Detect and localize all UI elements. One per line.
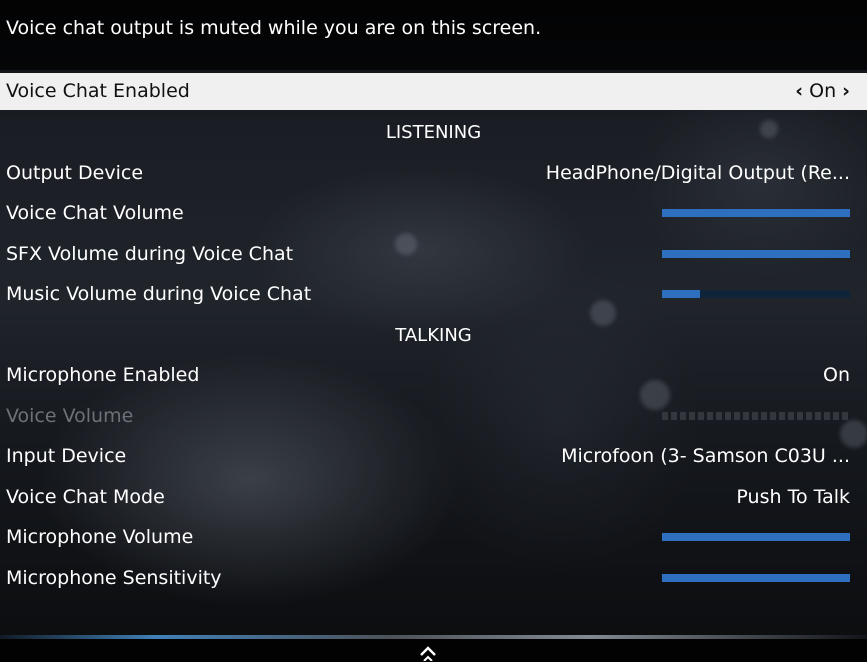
microphone-enabled-label: Microphone Enabled <box>6 364 200 386</box>
slider-fill <box>662 209 850 217</box>
output-device-row[interactable]: Output Device HeadPhone/Digital Output (… <box>0 155 867 192</box>
voice-chat-volume-row[interactable]: Voice Chat Volume <box>0 195 867 232</box>
voice-chat-enabled-label: Voice Chat Enabled <box>6 80 190 102</box>
talking-header: TALKING <box>395 325 472 346</box>
slider-fill <box>662 290 700 298</box>
sfx-volume-slider[interactable] <box>662 250 850 258</box>
voice-chat-enabled-option: On <box>809 80 837 102</box>
sfx-volume-row[interactable]: SFX Volume during Voice Chat <box>0 236 867 273</box>
slider-fill <box>662 533 850 541</box>
input-device-value: Microfoon (3- Samson C03U ... <box>561 445 850 467</box>
microphone-enabled-row[interactable]: Microphone Enabled On <box>0 357 867 394</box>
muted-notice: Voice chat output is muted while you are… <box>0 0 867 70</box>
music-volume-row[interactable]: Music Volume during Voice Chat <box>0 276 867 313</box>
chevron-right-icon[interactable]: › <box>842 80 850 102</box>
voice-volume-row: Voice Volume <box>0 398 867 435</box>
voice-chat-mode-row[interactable]: Voice Chat Mode Push To Talk <box>0 479 867 516</box>
voice-chat-mode-label: Voice Chat Mode <box>6 486 165 508</box>
microphone-volume-label: Microphone Volume <box>6 526 194 548</box>
output-device-label: Output Device <box>6 162 144 184</box>
voice-chat-mode-value: Push To Talk <box>736 486 850 508</box>
microphone-volume-slider[interactable] <box>662 533 850 541</box>
input-device-row[interactable]: Input Device Microfoon (3- Samson C03U .… <box>0 438 867 475</box>
microphone-enabled-value: On <box>823 364 850 386</box>
chevron-left-icon[interactable]: ‹ <box>795 80 803 102</box>
sfx-volume-label: SFX Volume during Voice Chat <box>6 243 294 265</box>
voice-volume-label: Voice Volume <box>6 405 134 427</box>
microphone-sensitivity-slider[interactable] <box>662 574 850 582</box>
music-volume-label: Music Volume during Voice Chat <box>6 283 312 305</box>
microphone-sensitivity-label: Microphone Sensitivity <box>6 567 222 589</box>
voice-chat-enabled-row[interactable]: Voice Chat Enabled ‹ On › <box>0 73 867 110</box>
microphone-volume-row[interactable]: Microphone Volume <box>0 519 867 556</box>
slider-fill <box>662 574 850 582</box>
output-device-value: HeadPhone/Digital Output (Re... <box>545 162 850 184</box>
input-device-label: Input Device <box>6 445 127 467</box>
voice-volume-meter <box>662 412 850 420</box>
voice-chat-enabled-value[interactable]: ‹ On › <box>795 80 850 102</box>
music-volume-slider[interactable] <box>662 290 850 298</box>
muted-notice-text: Voice chat output is muted while you are… <box>6 17 542 39</box>
microphone-sensitivity-row[interactable]: Microphone Sensitivity <box>0 560 867 597</box>
voice-chat-volume-label: Voice Chat Volume <box>6 202 184 224</box>
chevron-up-icon[interactable] <box>418 645 438 661</box>
slider-fill <box>662 250 850 258</box>
listening-header: LISTENING <box>385 122 482 143</box>
voice-chat-volume-slider[interactable] <box>662 209 850 217</box>
